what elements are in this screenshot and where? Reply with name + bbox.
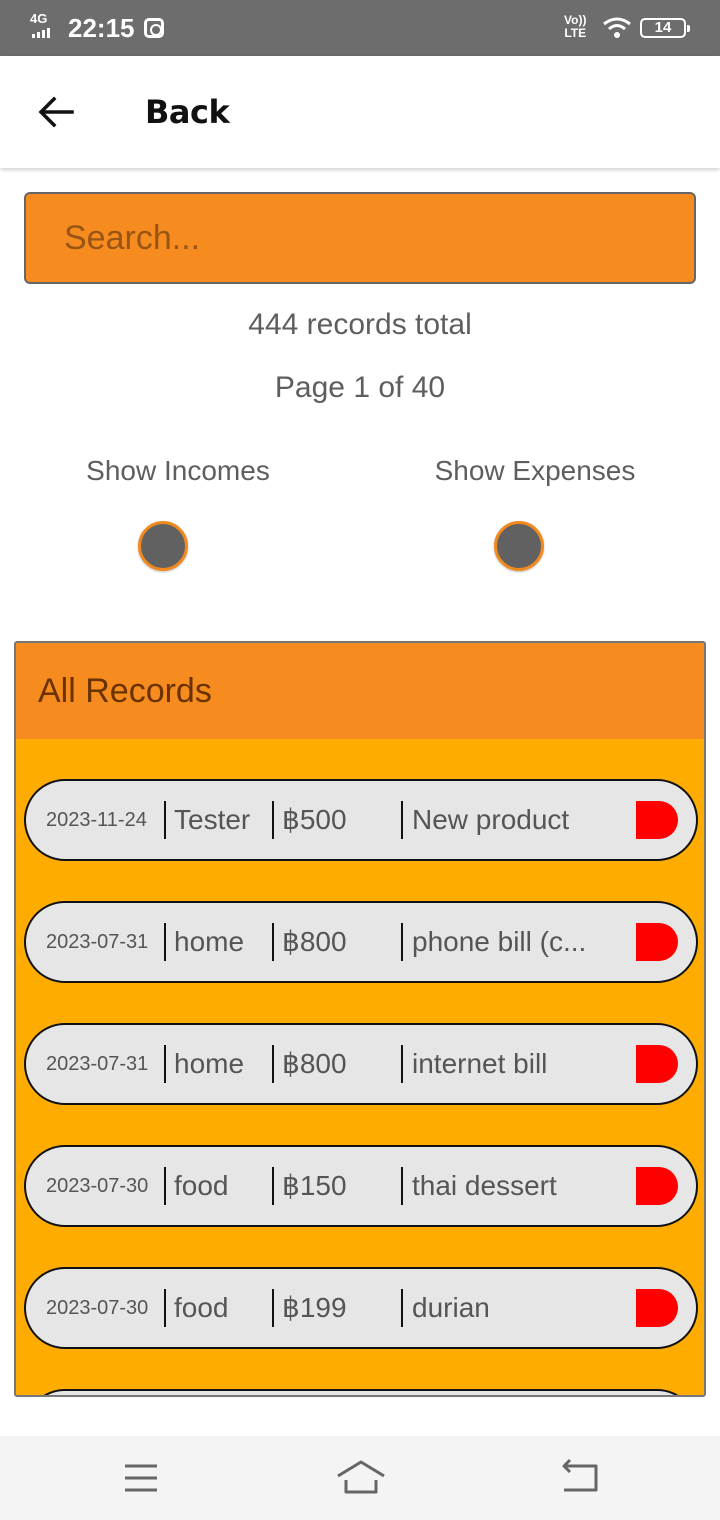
volte-indicator: Vo)) LTE: [564, 13, 587, 40]
record-amount: ฿500: [282, 804, 347, 835]
record-category: home: [174, 1048, 245, 1079]
expense-indicator-icon: [636, 1289, 678, 1327]
home-icon[interactable]: [336, 1456, 386, 1500]
network-type: 4G: [30, 11, 48, 26]
record-row[interactable]: 2023-07-31 home ฿800 phone bill (c...: [24, 901, 698, 983]
record-description: phone bill (c...: [412, 926, 587, 957]
record-amount: ฿199: [282, 1292, 347, 1323]
wifi-icon: [603, 17, 631, 38]
divider: [164, 923, 166, 961]
back-icon[interactable]: [556, 1456, 600, 1500]
record-date: 2023-11-24: [46, 809, 147, 831]
show-incomes-label: Show Incomes: [86, 455, 270, 486]
record-description: durian: [412, 1292, 490, 1323]
record-date: 2023-07-31: [46, 931, 149, 953]
arrow-left-icon[interactable]: [36, 92, 76, 132]
record-amount: ฿800: [282, 926, 347, 957]
divider: [401, 1167, 403, 1205]
divider: [164, 801, 166, 839]
records-panel: All Records 2023-11-24 Tester ฿500 New p…: [14, 641, 706, 1397]
app-bar: Back: [0, 56, 720, 168]
divider: [401, 1045, 403, 1083]
expense-indicator-icon: [636, 1167, 678, 1205]
record-category: Tester: [174, 804, 251, 835]
signal-icon: [32, 28, 52, 38]
record-date: 2023-07-30: [46, 1175, 149, 1197]
divider: [401, 801, 403, 839]
instagram-icon: [144, 18, 164, 38]
expense-indicator-icon: [636, 923, 678, 961]
record-row[interactable]: 2023-07-30 food ฿199 durian: [24, 1267, 698, 1349]
record-row-partial[interactable]: [24, 1389, 698, 1395]
record-amount: ฿800: [282, 1048, 347, 1079]
records-total: 444 records total: [248, 308, 472, 341]
clock: 22:15: [68, 13, 135, 43]
divider: [272, 1045, 274, 1083]
records-header: All Records: [16, 643, 704, 739]
divider: [272, 923, 274, 961]
page-indicator: Page 1 of 40: [274, 371, 446, 404]
menu-icon[interactable]: [119, 1456, 163, 1500]
record-date: 2023-07-30: [46, 1297, 149, 1319]
record-row[interactable]: 2023-07-30 food ฿150 thai dessert: [24, 1145, 698, 1227]
expense-indicator-icon: [636, 801, 678, 839]
expense-indicator-icon: [636, 1045, 678, 1083]
page-title[interactable]: Back: [145, 94, 230, 130]
divider: [164, 1167, 166, 1205]
divider: [272, 1289, 274, 1327]
record-description: thai dessert: [412, 1170, 557, 1201]
record-date: 2023-07-31: [46, 1053, 149, 1075]
system-nav-bar: [0, 1436, 720, 1520]
search-input[interactable]: [24, 192, 696, 284]
record-amount: ฿150: [282, 1170, 347, 1201]
divider: [272, 1167, 274, 1205]
record-row[interactable]: 2023-07-31 home ฿800 internet bill: [24, 1023, 698, 1105]
show-expenses-label: Show Expenses: [434, 455, 636, 486]
records-title: All Records: [38, 672, 212, 710]
show-expenses-toggle[interactable]: [494, 521, 544, 571]
status-bar: 4G 22:15 Vo)) LTE 14: [0, 0, 720, 56]
divider: [164, 1045, 166, 1083]
record-description: internet bill: [412, 1048, 548, 1079]
record-category: home: [174, 926, 245, 957]
divider: [401, 923, 403, 961]
battery-icon: 14: [640, 18, 690, 38]
divider: [272, 801, 274, 839]
record-row[interactable]: 2023-11-24 Tester ฿500 New product: [24, 779, 698, 861]
divider: [164, 1289, 166, 1327]
record-description: New product: [412, 804, 570, 835]
divider: [401, 1289, 403, 1327]
show-incomes-toggle[interactable]: [138, 521, 188, 571]
record-category: food: [174, 1170, 229, 1201]
record-category: food: [174, 1292, 229, 1323]
